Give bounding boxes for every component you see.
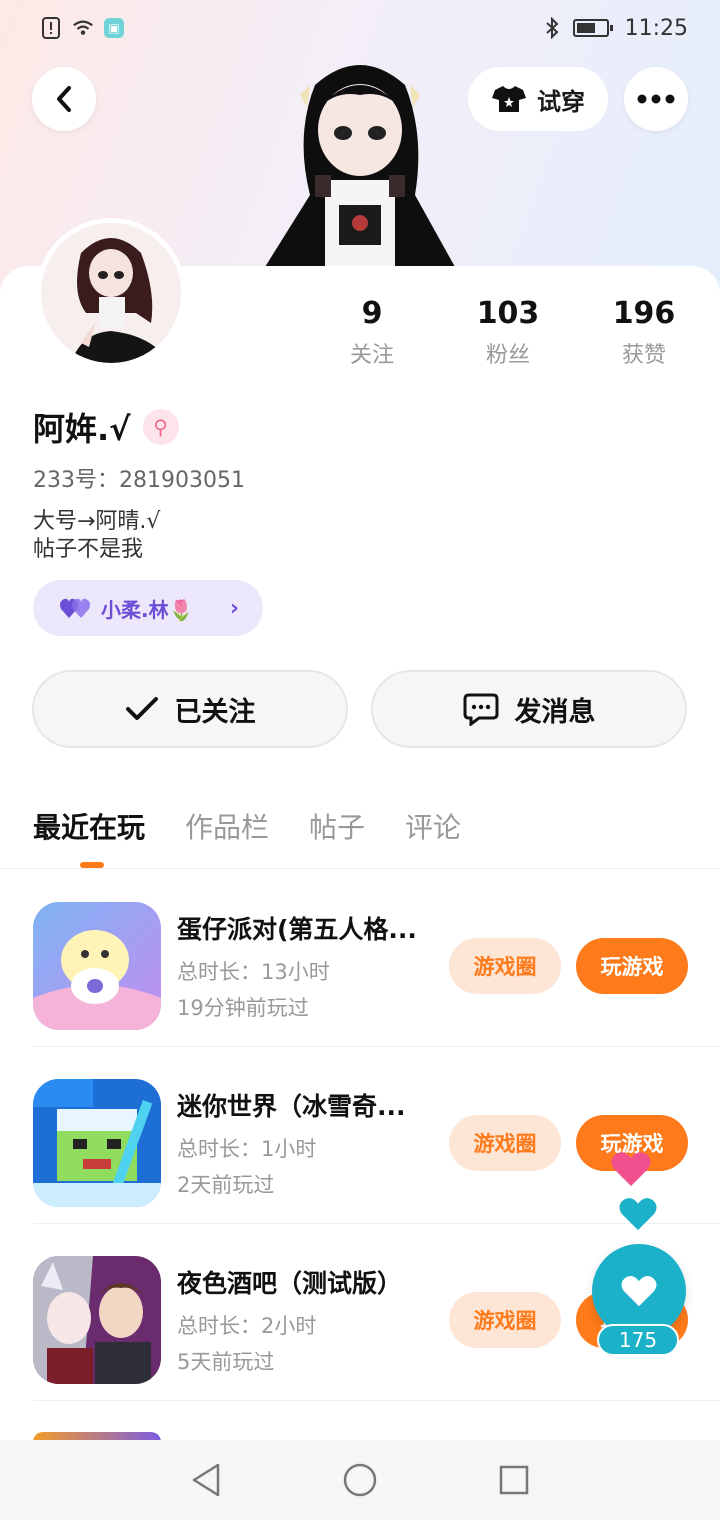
user-id: 233号：281903051: [33, 468, 245, 493]
chevron-left-icon: [57, 86, 71, 112]
back-button[interactable]: [32, 67, 96, 131]
try-on-label: 试穿: [537, 87, 585, 116]
female-icon: ⚲: [142, 409, 179, 445]
game-row[interactable]: 蛋仔派对(第五人格... 总时长：13小时 19分钟前玩过 游戏圈 玩游戏: [33, 870, 720, 1047]
game-last-played: 19分钟前玩过: [177, 996, 309, 1020]
row-divider: [33, 1400, 720, 1401]
game-circle-button[interactable]: 游戏圈: [449, 938, 561, 994]
likes-count: 196: [612, 296, 676, 331]
status-bar: ▣ 11:25: [0, 0, 720, 56]
game-icon: [33, 902, 161, 1030]
nav-recents-icon[interactable]: [498, 1464, 530, 1496]
try-on-button[interactable]: 试穿: [468, 67, 608, 131]
bio-line: 大号→阿晴.√: [33, 509, 161, 534]
game-last-played: 5天前玩过: [177, 1350, 275, 1374]
fans-label: 粉丝: [485, 343, 530, 368]
user-name: 阿姩.√: [33, 410, 131, 448]
tab-posts[interactable]: 帖子: [309, 806, 365, 846]
bio: 大号→阿晴.√ 帖子不是我: [33, 508, 160, 564]
more-horizontal-icon: [637, 94, 675, 104]
game-circle-button[interactable]: 游戏圈: [449, 1115, 561, 1171]
game-circle-button[interactable]: 游戏圈: [449, 1292, 561, 1348]
stat-fans[interactable]: 103 粉丝: [448, 296, 568, 369]
likes-label: 获赞: [621, 343, 666, 368]
cp-name: 小柔.林🌷: [101, 597, 194, 622]
floating-heart-pink-icon: [611, 1152, 651, 1186]
system-nav-bar: [0, 1440, 720, 1520]
game-icon: [33, 1079, 161, 1207]
fans-count: 103: [476, 296, 540, 331]
followed-button[interactable]: 已关注: [32, 670, 348, 748]
game-row[interactable]: 迷你世界（冰雪奇... 总时长：1小时 2天前玩过 游戏圈 玩游戏: [33, 1047, 720, 1224]
message-label: 发消息: [514, 696, 596, 728]
play-game-button[interactable]: 玩游戏: [576, 938, 688, 994]
tab-recently-played[interactable]: 最近在玩: [33, 806, 145, 846]
alert-icon: [40, 17, 62, 39]
game-title: 迷你世界（冰雪奇...: [177, 1092, 406, 1121]
nav-home-icon[interactable]: [342, 1462, 378, 1498]
chevron-right-icon: ›: [229, 595, 239, 621]
followed-label: 已关注: [174, 696, 256, 728]
shield-icon: ▣: [104, 18, 124, 38]
game-title: 夜色酒吧（测试版）: [177, 1269, 403, 1298]
game-duration: 总时长：13小时: [177, 960, 330, 984]
heart-icon: [621, 1275, 657, 1307]
game-icon: [33, 1256, 161, 1384]
following-count: 9: [361, 296, 383, 331]
double-heart-icon: [60, 598, 90, 618]
battery-icon: [572, 19, 613, 37]
wifi-icon: [72, 17, 94, 39]
bio-line: 帖子不是我: [33, 537, 144, 562]
stat-following[interactable]: 9 关注: [312, 296, 432, 369]
profile-tabs: 最近在玩 作品栏 帖子 评论: [33, 806, 461, 846]
game-duration: 总时长：2小时: [177, 1314, 317, 1338]
avatar-3d-figure[interactable]: [255, 55, 465, 270]
more-button[interactable]: [624, 67, 688, 131]
cp-relation-chip[interactable]: 小柔.林🌷 ›: [33, 580, 263, 636]
tshirt-icon: [492, 86, 526, 112]
tabs-divider: [0, 868, 720, 869]
nav-back-icon[interactable]: [190, 1462, 222, 1498]
stat-likes[interactable]: 196 获赞: [584, 296, 704, 369]
bluetooth-icon: [541, 17, 563, 39]
message-button[interactable]: 发消息: [371, 670, 687, 748]
chat-bubble-icon: [463, 693, 498, 726]
check-icon: [125, 697, 158, 720]
game-title: 蛋仔派对(第五人格...: [177, 915, 417, 944]
like-count-badge: 175: [597, 1324, 679, 1356]
game-last-played: 2天前玩过: [177, 1173, 275, 1197]
floating-heart-teal-icon: [619, 1198, 657, 1231]
name-row: 阿姩.√ ⚲: [33, 404, 179, 450]
tab-comments[interactable]: 评论: [405, 806, 461, 846]
avatar[interactable]: [36, 218, 186, 368]
status-time: 11:25: [624, 15, 688, 41]
game-duration: 总时长：1小时: [177, 1137, 317, 1161]
following-label: 关注: [349, 343, 394, 368]
tab-works[interactable]: 作品栏: [185, 806, 269, 846]
